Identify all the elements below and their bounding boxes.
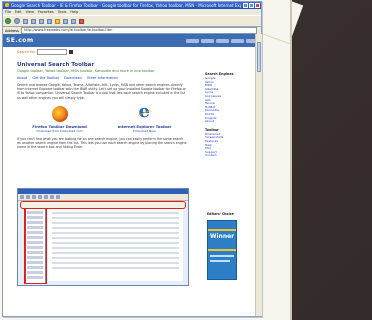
address-input[interactable]: http://www.freewebs.com/ie-toolbar/ie-to… — [20, 27, 257, 34]
ad-heading: Editors' Choice — [207, 212, 234, 216]
menu-edit[interactable]: Edit — [15, 9, 22, 15]
close-button[interactable] — [255, 3, 260, 8]
nav-tab[interactable] — [216, 39, 229, 43]
window-controls — [243, 3, 260, 8]
site-header: SE.com — [3, 34, 261, 47]
home-icon[interactable] — [39, 18, 44, 24]
mail-icon[interactable] — [71, 18, 76, 24]
firefox-icon[interactable] — [51, 105, 68, 122]
vertical-scrollbar[interactable] — [255, 34, 262, 316]
site-search-input[interactable] — [36, 49, 67, 55]
sidebar: Search Engines Google Yahoo MSN AltaVist… — [205, 72, 235, 158]
link-get-toolbar[interactable]: Get the Toolbar — [32, 76, 59, 80]
search-icon[interactable] — [47, 18, 52, 24]
menu-tools[interactable]: Tools — [58, 9, 67, 15]
address-label: Address — [5, 28, 19, 33]
article: Universal Search Toolbar Google toolbar,… — [17, 62, 187, 153]
download-sub[interactable]: Download Now — [110, 129, 180, 133]
sidebar-link[interactable]: Contact — [205, 154, 235, 158]
menu-favorites[interactable]: Favorites — [38, 9, 54, 15]
standard-toolbar — [3, 15, 261, 27]
back-button[interactable] — [5, 18, 11, 24]
article-paragraph: Search and browse Google, Yahoo, Teoma, … — [17, 83, 186, 100]
forward-button[interactable] — [14, 18, 20, 24]
scrollbar-thumb[interactable] — [257, 42, 261, 72]
highlight-box — [24, 208, 47, 284]
history-icon[interactable] — [63, 18, 68, 24]
screenshot-toolbar — [18, 194, 188, 201]
site-logo[interactable]: SE.com — [6, 37, 34, 44]
menu-help[interactable]: Help — [70, 9, 78, 15]
menu-view[interactable]: View — [26, 9, 34, 15]
minimize-button[interactable] — [243, 3, 248, 8]
site-search-button[interactable] — [68, 50, 73, 54]
article-paragraph: If you can't find what you are looking f… — [17, 136, 187, 150]
nav-tab[interactable] — [231, 39, 244, 43]
ie-icon — [5, 3, 9, 7]
link-download[interactable]: Download — [64, 76, 81, 80]
maximize-button[interactable] — [249, 3, 254, 8]
download-sub[interactable]: Download from Download.com — [25, 129, 95, 133]
toolbar-screenshot — [17, 188, 189, 286]
browser-window: Google Search Toolbar - IE & Firefox Too… — [2, 1, 262, 317]
title-bar: Google Search Toolbar - IE & Firefox Too… — [3, 2, 261, 9]
print-icon[interactable] — [79, 18, 84, 24]
favorites-icon[interactable] — [55, 18, 60, 24]
ie-download[interactable]: Internet Explorer Toolbar Download Now — [110, 101, 180, 133]
site-nav — [186, 39, 259, 43]
link-other-info[interactable]: Other Information — [87, 76, 118, 80]
nav-tab[interactable] — [186, 39, 199, 43]
internet-explorer-icon[interactable] — [137, 101, 153, 122]
menu-file[interactable]: File — [5, 9, 11, 15]
downloads: Firefox Toolbar Download Download from D… — [17, 101, 187, 133]
article-links: About Get the Toolbar Download Other Inf… — [17, 76, 187, 80]
refresh-icon[interactable] — [31, 18, 36, 24]
page-content: SE.com Search for Universal Search Toolb… — [3, 34, 261, 316]
award-text: Winner — [209, 233, 235, 240]
screenshot-page — [48, 209, 183, 281]
site-search: Search for — [17, 49, 127, 55]
search-label: Search for — [17, 50, 35, 54]
firefox-download[interactable]: Firefox Toolbar Download Download from D… — [25, 105, 95, 133]
link-about[interactable]: About — [17, 76, 27, 80]
article-subtitle: Google toolbar, Yahoo toolbar, MSN toolb… — [17, 69, 155, 73]
nav-tab[interactable] — [201, 39, 214, 43]
window-title: Google Search Toolbar - IE & Firefox Too… — [11, 3, 241, 8]
address-bar: Address http://www.freewebs.com/ie-toolb… — [3, 27, 261, 34]
stop-icon[interactable] — [23, 18, 28, 24]
award-badge[interactable]: Winner — [207, 220, 237, 280]
article-title: Universal Search Toolbar — [17, 62, 95, 68]
magazine-page: Google Search Toolbar - IE & Firefox Too… — [0, 0, 304, 320]
